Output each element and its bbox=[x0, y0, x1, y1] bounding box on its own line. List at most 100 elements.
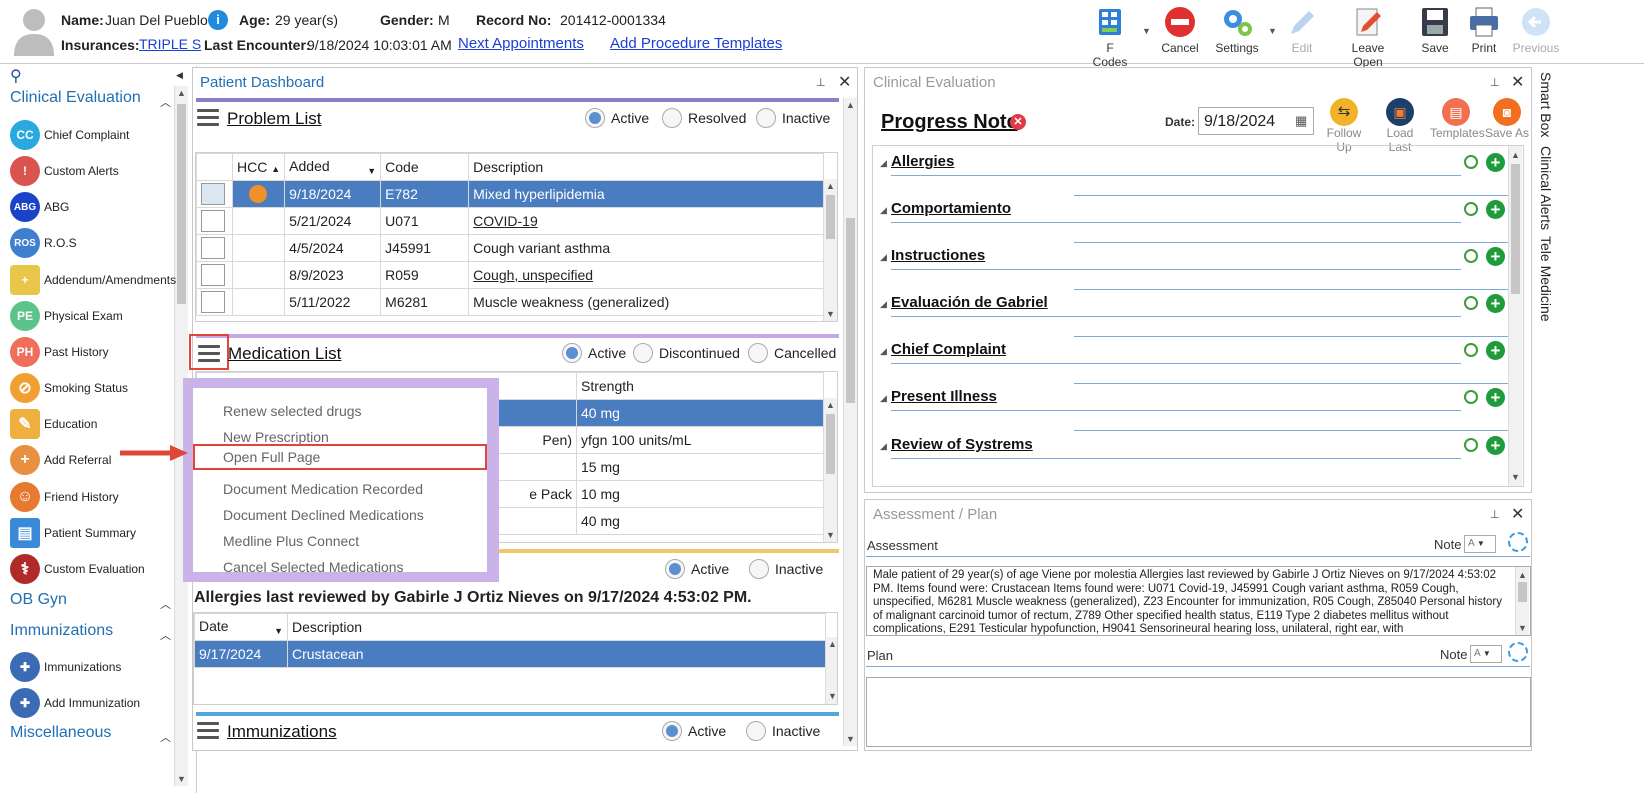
scroll-down-icon[interactable]: ▼ bbox=[1518, 623, 1527, 633]
menu-item-medline-plus-connect[interactable]: Medline Plus Connect bbox=[223, 533, 359, 549]
description-link[interactable]: Cough, unspecified bbox=[473, 267, 593, 283]
scroll-up-icon[interactable]: ▲ bbox=[1518, 570, 1527, 580]
save-button[interactable]: Save bbox=[1418, 6, 1452, 55]
alarm-icon[interactable] bbox=[1464, 202, 1478, 216]
nav-section-clinical-evaluation[interactable]: Clinical Evaluation bbox=[10, 89, 141, 107]
tab-smart-box[interactable]: Smart Box bbox=[1538, 72, 1554, 137]
leave-open-button[interactable]: Leave Open bbox=[1336, 6, 1400, 69]
problem-list-menu-icon[interactable] bbox=[197, 109, 219, 127]
add-icon[interactable]: + bbox=[1486, 294, 1505, 313]
note-section-evaluacion-de-gabriel[interactable]: ◢ Evaluación de Gabriel + bbox=[880, 292, 1508, 339]
row-checkbox[interactable] bbox=[201, 237, 225, 259]
nav-item-addendum[interactable]: + Addendum/Amendments bbox=[10, 263, 180, 297]
medication-list-menu-button[interactable] bbox=[189, 334, 229, 370]
add-icon[interactable]: + bbox=[1486, 247, 1505, 266]
section-label[interactable]: Chief Complaint bbox=[891, 341, 1006, 358]
description-cell[interactable]: Cough, unspecified bbox=[468, 261, 824, 289]
refresh-icon[interactable] bbox=[1508, 532, 1528, 552]
scroll-thumb[interactable] bbox=[826, 414, 835, 474]
edit-button[interactable]: Edit bbox=[1284, 6, 1320, 55]
row-checkbox[interactable] bbox=[201, 183, 225, 205]
note-section-present-illness[interactable]: ◢ Present Illness + bbox=[880, 386, 1508, 433]
section-label[interactable]: Allergies bbox=[891, 153, 954, 170]
nav-item-smoking-status[interactable]: ⊘ Smoking Status bbox=[10, 371, 180, 405]
chevron-up-icon[interactable]: ︿ bbox=[160, 627, 171, 643]
expand-icon[interactable]: ◢ bbox=[880, 393, 887, 404]
strength-column-header[interactable]: Strength bbox=[576, 372, 824, 400]
table-row[interactable]: 5/11/2022 M6281 Muscle weakness (general… bbox=[196, 288, 824, 316]
scroll-down-icon[interactable]: ▼ bbox=[826, 309, 835, 319]
medication-filter-cancelled[interactable]: Cancelled bbox=[748, 343, 836, 363]
nav-item-custom-alerts[interactable]: ! Custom Alerts bbox=[10, 154, 180, 188]
scroll-up-icon[interactable]: ▲ bbox=[826, 400, 835, 410]
assessment-textarea[interactable]: Male patient of 29 year(s) of age Viene … bbox=[866, 566, 1531, 636]
chevron-up-icon[interactable]: ︿ bbox=[160, 729, 171, 745]
next-appointments-link[interactable]: Next Appointments bbox=[458, 35, 584, 52]
section-label[interactable]: Review of Systrems bbox=[891, 436, 1033, 453]
expand-icon[interactable]: ◢ bbox=[880, 158, 887, 169]
scroll-down-icon[interactable]: ▼ bbox=[1511, 472, 1520, 482]
add-icon[interactable]: + bbox=[1486, 388, 1505, 407]
nav-item-abg[interactable]: ABG ABG bbox=[10, 190, 180, 224]
close-icon[interactable]: ✕ bbox=[1511, 504, 1524, 524]
alarm-icon[interactable] bbox=[1464, 438, 1478, 452]
medication-filter-discontinued[interactable]: Discontinued bbox=[633, 343, 740, 363]
row-checkbox[interactable] bbox=[201, 264, 225, 286]
scroll-up-icon[interactable]: ▲ bbox=[828, 639, 837, 649]
menu-item-document-declined-medications[interactable]: Document Declined Medications bbox=[223, 507, 424, 523]
note-section-allergies[interactable]: ◢ Allergies + bbox=[880, 151, 1508, 198]
note-section-instructiones[interactable]: ◢ Instructiones + bbox=[880, 245, 1508, 292]
dashboard-scrollbar[interactable]: ▲ ▼ bbox=[843, 98, 857, 746]
close-icon[interactable]: ✕ bbox=[838, 72, 851, 92]
nav-item-patient-summary[interactable]: ▤ Patient Summary bbox=[10, 516, 180, 550]
table-row[interactable]: 9/18/2024 E782 Mixed hyperlipidemia bbox=[196, 180, 824, 208]
assessment-scrollbar[interactable]: ▲ ▼ bbox=[1515, 567, 1529, 635]
insurance-link[interactable]: TRIPLE S bbox=[139, 36, 201, 52]
fcodes-dropdown-icon[interactable]: ▼ bbox=[1142, 26, 1151, 36]
immunizations-menu-icon[interactable] bbox=[197, 722, 219, 740]
table-row[interactable]: 8/9/2023 R059 Cough, unspecified bbox=[196, 261, 824, 289]
hcc-column-header[interactable]: HCC ▲ bbox=[231, 153, 286, 181]
note-section-chief-complaint[interactable]: ◢ Chief Complaint + bbox=[880, 339, 1508, 386]
pin-icon[interactable]: ⊥ bbox=[1490, 508, 1500, 521]
settings-button[interactable]: Settings bbox=[1212, 6, 1262, 55]
add-procedure-templates-link[interactable]: Add Procedure Templates bbox=[610, 35, 782, 52]
print-button[interactable]: Print bbox=[1466, 6, 1502, 55]
medication-table-scrollbar[interactable]: ▲ ▼ bbox=[823, 398, 837, 542]
nav-scroll-down-icon[interactable]: ▼ bbox=[177, 774, 186, 784]
menu-item-document-medication-recorded[interactable]: Document Medication Recorded bbox=[223, 481, 423, 497]
section-label[interactable]: Evaluación de Gabriel bbox=[891, 294, 1048, 311]
menu-item-new-prescription[interactable]: New Prescription bbox=[223, 429, 329, 445]
description-link[interactable]: COVID-19 bbox=[473, 213, 538, 229]
assessment-note-dropdown[interactable]: A ▼ bbox=[1464, 535, 1496, 553]
nav-item-past-history[interactable]: PH Past History bbox=[10, 335, 180, 369]
problem-filter-inactive[interactable]: Inactive bbox=[756, 108, 830, 128]
description-column-header[interactable]: Description bbox=[287, 613, 826, 641]
plan-textarea[interactable] bbox=[866, 677, 1531, 747]
problem-filter-active[interactable]: Active bbox=[585, 108, 649, 128]
table-row[interactable]: 9/17/2024 Crustacean bbox=[194, 640, 826, 668]
nav-item-friend-history[interactable]: ☺ Friend History bbox=[10, 480, 180, 514]
nav-item-education[interactable]: ✎ Education bbox=[10, 407, 180, 441]
remove-note-icon[interactable]: ✕ bbox=[1010, 114, 1026, 130]
fcodes-button[interactable]: F Codes bbox=[1088, 6, 1132, 69]
nav-section-ob-gyn[interactable]: OB Gyn bbox=[10, 591, 67, 609]
nav-section-immunizations[interactable]: Immunizations bbox=[10, 622, 113, 640]
add-icon[interactable]: + bbox=[1486, 341, 1505, 360]
scroll-up-icon[interactable]: ▲ bbox=[1511, 150, 1520, 160]
templates-button[interactable]: ▤ Templates bbox=[1430, 98, 1485, 140]
menu-item-open-full-page[interactable]: Open Full Page bbox=[193, 444, 487, 470]
note-section-comportamiento[interactable]: ◢ Comportamiento + bbox=[880, 198, 1508, 245]
alarm-icon[interactable] bbox=[1464, 249, 1478, 263]
dashboard-scroll-thumb[interactable] bbox=[846, 218, 855, 403]
alarm-icon[interactable] bbox=[1464, 155, 1478, 169]
nav-item-add-immunization[interactable]: ✚ Add Immunization bbox=[10, 686, 180, 720]
nav-item-ros[interactable]: ROS R.O.S bbox=[10, 226, 180, 260]
chevron-up-icon[interactable]: ︿ bbox=[160, 596, 171, 612]
scroll-down-icon[interactable]: ▼ bbox=[826, 530, 835, 540]
save-as-button[interactable]: ◙ Save As bbox=[1482, 98, 1532, 140]
tab-clinical-alerts[interactable]: Clinical Alerts bbox=[1538, 146, 1554, 230]
allergy-filter-inactive[interactable]: Inactive bbox=[749, 559, 823, 579]
alarm-icon[interactable] bbox=[1464, 343, 1478, 357]
menu-item-cancel-selected-medications[interactable]: Cancel Selected Medications bbox=[223, 559, 404, 575]
